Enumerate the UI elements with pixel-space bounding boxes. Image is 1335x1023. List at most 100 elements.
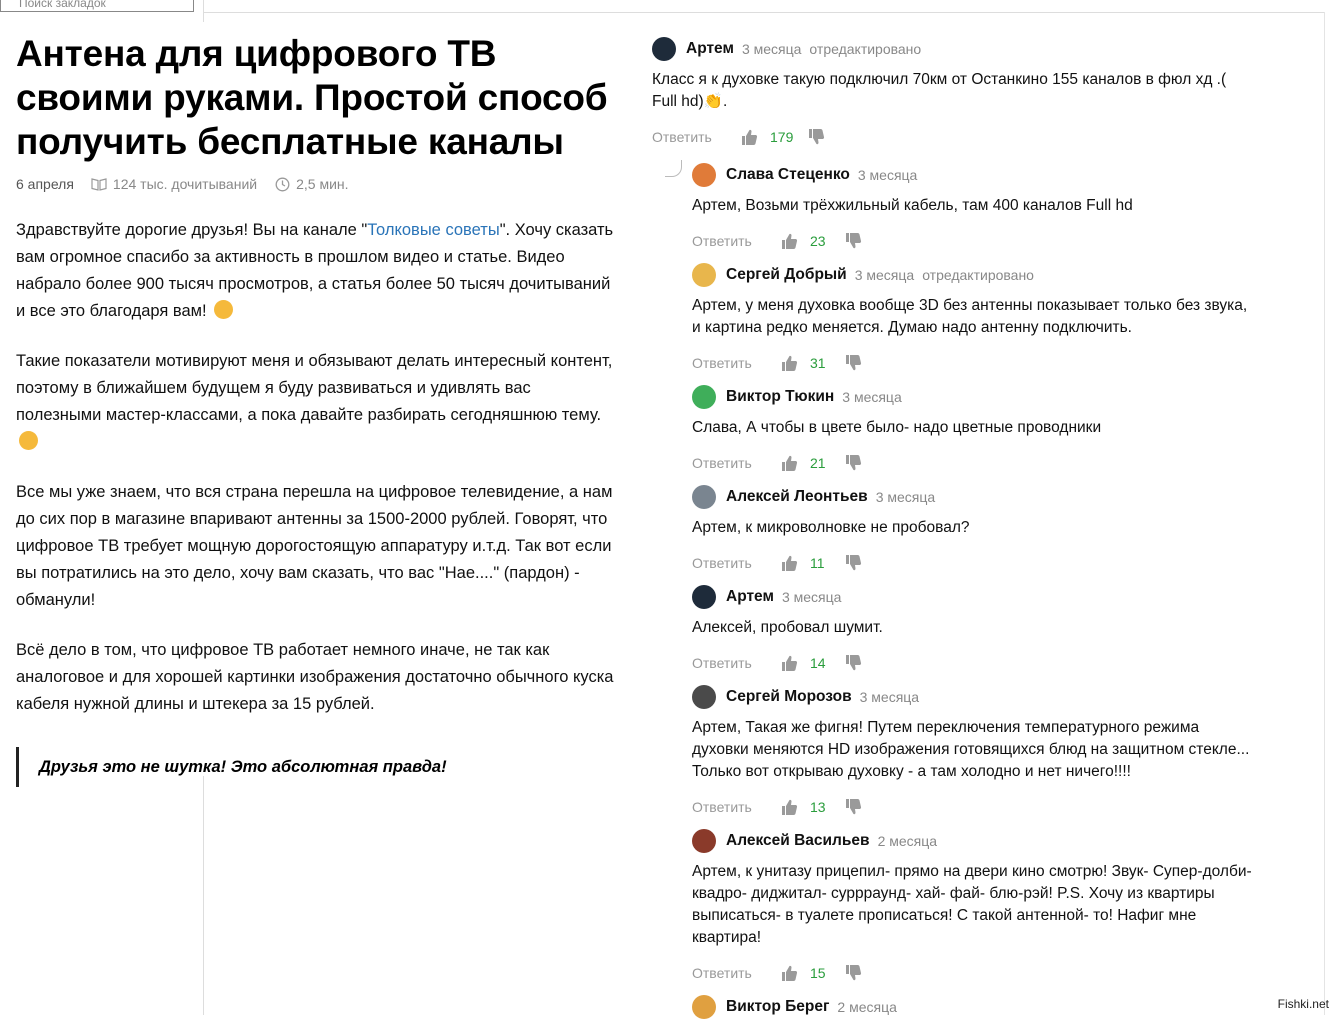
comment-actions: Ответить 31 — [692, 351, 1252, 375]
book-icon — [91, 177, 107, 191]
reply-button[interactable]: Ответить — [692, 455, 780, 471]
comment-author[interactable]: Сергей Добрый — [726, 266, 847, 284]
comment-actions: Ответить 15 — [692, 961, 1252, 985]
comment: Виктор Тюкин 3 месяца Слава, А чтобы в цве… — [692, 381, 1252, 475]
comment: Сергей Морозов 3 месяца Артем, Такая же фи… — [692, 681, 1252, 819]
comment-time: 3 месяца — [854, 267, 915, 283]
paragraph-text: Такие показатели мотивируют меня и обязы… — [16, 352, 613, 424]
like-count: 13 — [810, 799, 826, 815]
comment-time: 3 месяца — [875, 489, 936, 505]
like-icon[interactable] — [740, 128, 758, 146]
dislike-icon[interactable] — [844, 554, 862, 572]
comment-time: 2 месяца — [837, 999, 897, 1015]
column-divider — [203, 776, 204, 1015]
avatar[interactable] — [692, 263, 716, 287]
like-icon[interactable] — [780, 554, 798, 572]
reply-button[interactable]: Ответить — [692, 965, 780, 981]
comment-actions: Ответить 23 — [692, 229, 1252, 253]
dislike-icon[interactable] — [844, 964, 862, 982]
comment-text: Артем, Возьми трёхжильный кабель, там 40… — [692, 197, 1133, 214]
article-paragraph: Такие показатели мотивируют меня и обязы… — [16, 348, 616, 456]
dislike-icon[interactable] — [844, 454, 862, 472]
article: Антена для цифрового ТВ своими руками. П… — [16, 32, 616, 787]
column-divider — [203, 0, 204, 22]
avatar[interactable] — [692, 829, 716, 853]
avatar[interactable] — [692, 485, 716, 509]
comment: Слава Стеценко 3 месяца Артем, Возьми трёх… — [692, 159, 1252, 253]
comment-actions: Ответить 11 — [692, 551, 1252, 575]
channel-link[interactable]: Толковые советы — [367, 221, 499, 239]
comment-header: Артем 3 месяца — [692, 581, 1252, 613]
article-paragraph: Все мы уже знаем, что вся страна перешла… — [16, 483, 613, 609]
avatar[interactable] — [652, 37, 676, 61]
comment: Алексей Леонтьев 3 месяца Артем, к микрово… — [692, 481, 1252, 575]
comment: Виктор Берег 2 месяца — [692, 991, 1252, 1023]
like-icon[interactable] — [780, 798, 798, 816]
comment-time: 3 месяца — [741, 41, 802, 57]
comment-author[interactable]: Слава Стеценко — [726, 166, 850, 184]
comment-text: Артем, к унитазу прицепил- прямо на двер… — [692, 863, 1252, 946]
comment-actions: Ответить 14 — [692, 651, 1252, 675]
comment-text: Алексей, пробовал шумит. — [692, 619, 883, 636]
like-count: 11 — [810, 555, 825, 571]
avatar[interactable] — [692, 995, 716, 1019]
comment-header: Сергей Морозов 3 месяца — [692, 681, 1252, 713]
avatar[interactable] — [692, 685, 716, 709]
comment-time: 3 месяца — [857, 167, 918, 183]
reply-button[interactable]: Ответить — [692, 655, 780, 671]
comment-time: 2 месяца — [877, 833, 938, 849]
article-read-time: 2,5 мин. — [296, 176, 349, 192]
article-quote: Друзья это не шутка! Это абсолютная прав… — [16, 747, 616, 787]
watermark: Fishki.net — [1277, 997, 1329, 1011]
comment-author[interactable]: Виктор Берег — [726, 998, 829, 1016]
comment-author[interactable]: Сергей Морозов — [726, 688, 852, 706]
comment-header: Виктор Тюкин 3 месяца — [692, 381, 1252, 413]
comment-header: Сергей Добрый 3 месяца отредактировано — [692, 259, 1252, 291]
reply-button[interactable]: Ответить — [692, 555, 780, 571]
reply-button[interactable]: Ответить — [692, 233, 780, 249]
dislike-icon[interactable] — [844, 232, 862, 250]
like-icon[interactable] — [780, 964, 798, 982]
comment-author[interactable]: Виктор Тюкин — [726, 388, 834, 406]
comment-text: Артем, Такая же фигня! Путем переключени… — [692, 719, 1250, 780]
dislike-icon[interactable] — [844, 354, 862, 372]
comment-actions: Ответить 21 — [692, 451, 1252, 475]
like-icon[interactable] — [780, 354, 798, 372]
comment-author[interactable]: Алексей Васильев — [726, 832, 870, 850]
reply-button[interactable]: Ответить — [692, 355, 780, 371]
like-count: 21 — [810, 455, 826, 471]
comment-header: Слава Стеценко 3 месяца — [692, 159, 1252, 191]
kiss-emoji-icon — [214, 300, 234, 319]
comment: Алексей Васильев 2 месяца Артем, к унитазу… — [692, 825, 1252, 985]
reply-thread-icon — [665, 160, 682, 177]
like-icon[interactable] — [780, 654, 798, 672]
dislike-icon[interactable] — [844, 654, 862, 672]
comment-author[interactable]: Артем — [686, 40, 734, 58]
avatar[interactable] — [692, 163, 716, 187]
comment-actions: Ответить 13 — [692, 795, 1252, 819]
clock-icon — [275, 177, 290, 191]
comment-header: Артем 3 месяца отредактировано — [652, 33, 1252, 65]
comment: Артем 3 месяца отредактировано Класс я к ду… — [652, 33, 1252, 149]
comment-author[interactable]: Алексей Леонтьев — [726, 488, 868, 506]
like-icon[interactable] — [780, 454, 798, 472]
article-paragraph: Всё дело в том, что цифровое ТВ работает… — [16, 641, 614, 713]
comment-time: 3 месяца — [859, 689, 920, 705]
comment-edited-label: отредактировано — [922, 267, 1034, 283]
reply-button[interactable]: Ответить — [652, 129, 740, 145]
bookmark-search-input[interactable]: Поиск закладок — [0, 0, 194, 12]
comment-text: Артем, у меня духовка вообще 3D без анте… — [692, 297, 1248, 336]
avatar[interactable] — [692, 385, 716, 409]
comment: Сергей Добрый 3 месяца отредактировано Арте… — [692, 259, 1252, 375]
dislike-icon[interactable] — [844, 798, 862, 816]
comments-right-border — [1324, 12, 1325, 1015]
reply-button[interactable]: Ответить — [692, 799, 780, 815]
comment-author[interactable]: Артем — [726, 588, 774, 606]
like-icon[interactable] — [780, 232, 798, 250]
comment: Артем 3 месяца Алексей, пробовал шумит. Отв… — [692, 581, 1252, 675]
like-count: 179 — [770, 129, 794, 145]
dislike-icon[interactable] — [807, 128, 825, 146]
article-meta: 6 апреля 124 тыс. дочитываний 2,5 мин. — [16, 174, 616, 194]
avatar[interactable] — [692, 585, 716, 609]
comment-header: Виктор Берег 2 месяца — [692, 991, 1252, 1023]
